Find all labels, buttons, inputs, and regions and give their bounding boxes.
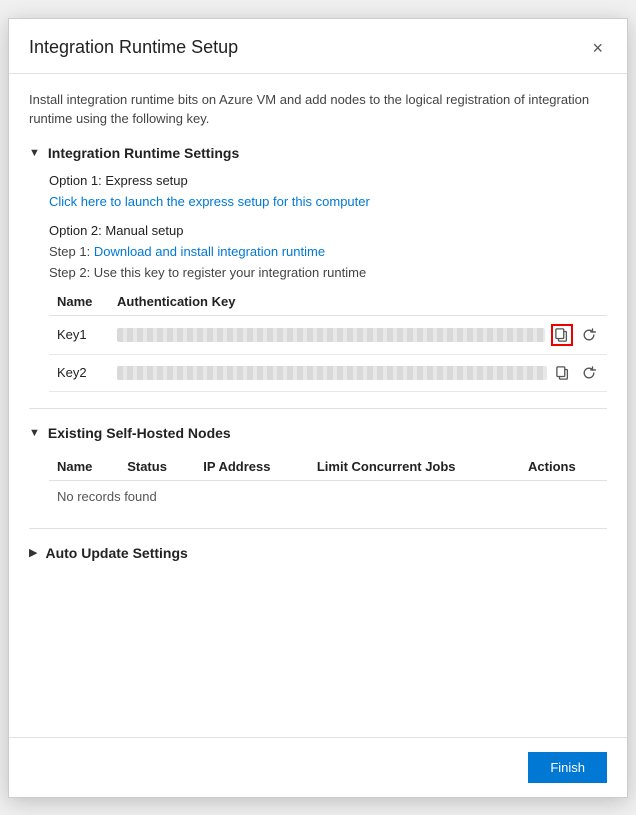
key1-name: Key1 [49, 315, 109, 354]
key1-value-bar [117, 324, 599, 346]
nodes-section-content: Name Status IP Address Limit Concurrent … [29, 453, 607, 512]
key1-obscured-value [117, 328, 545, 342]
key2-refresh-button[interactable] [579, 363, 599, 383]
modal-header: Integration Runtime Setup × [9, 19, 627, 74]
key2-value-bar [117, 363, 599, 383]
key1-row: Key1 [49, 315, 607, 354]
nodes-section-header[interactable]: ▼ Existing Self-Hosted Nodes [29, 425, 607, 441]
copy-icon [556, 366, 570, 380]
key2-obscured-value [117, 366, 547, 380]
modal-body: Install integration runtime bits on Azur… [9, 74, 627, 737]
auto-update-chevron: ▶ [29, 546, 37, 559]
col-header-name: Name [49, 288, 109, 316]
divider2 [29, 528, 607, 529]
step1-text: Step 1: Download and install integration… [49, 244, 607, 259]
key1-refresh-button[interactable] [579, 325, 599, 345]
no-records-row: No records found [49, 480, 607, 512]
nodes-col-limit: Limit Concurrent Jobs [309, 453, 520, 481]
modal-footer: Finish [9, 737, 627, 797]
step2-text: Step 2: Use this key to register your in… [49, 265, 607, 280]
key1-value-cell [109, 315, 607, 354]
settings-section-header[interactable]: ▼ Integration Runtime Settings [29, 145, 607, 161]
auto-update-section-header[interactable]: ▶ Auto Update Settings [29, 545, 607, 561]
settings-section-content: Option 1: Express setup Click here to la… [29, 173, 607, 392]
divider1 [29, 408, 607, 409]
intro-text: Install integration runtime bits on Azur… [29, 90, 607, 129]
nodes-chevron: ▼ [29, 427, 40, 439]
key1-copy-button[interactable] [551, 324, 573, 346]
nodes-table: Name Status IP Address Limit Concurrent … [49, 453, 607, 512]
key2-value-cell [109, 354, 607, 391]
nodes-col-ip: IP Address [195, 453, 309, 481]
col-header-auth-key: Authentication Key [109, 288, 607, 316]
auto-update-section-title: Auto Update Settings [45, 545, 187, 561]
download-install-link[interactable]: Download and install integration runtime [94, 244, 325, 259]
settings-section-title: Integration Runtime Settings [48, 145, 239, 161]
express-setup-link[interactable]: Click here to launch the express setup f… [49, 194, 370, 209]
keys-table: Name Authentication Key Key1 [49, 288, 607, 392]
integration-runtime-setup-modal: Integration Runtime Setup × Install inte… [8, 18, 628, 798]
modal-title: Integration Runtime Setup [29, 37, 238, 58]
nodes-section-title: Existing Self-Hosted Nodes [48, 425, 231, 441]
finish-button[interactable]: Finish [528, 752, 607, 783]
no-records-text: No records found [49, 480, 607, 512]
refresh-icon [582, 366, 596, 380]
nodes-col-actions: Actions [520, 453, 607, 481]
nodes-col-status: Status [119, 453, 195, 481]
option2-label: Option 2: Manual setup [49, 223, 607, 238]
auto-update-section: ▶ Auto Update Settings [29, 545, 607, 561]
key2-row: Key2 [49, 354, 607, 391]
key2-copy-button[interactable] [553, 363, 573, 383]
key2-name: Key2 [49, 354, 109, 391]
settings-chevron: ▼ [29, 147, 40, 159]
refresh-icon [582, 328, 596, 342]
copy-icon [555, 328, 569, 342]
option1-label: Option 1: Express setup [49, 173, 607, 188]
nodes-col-name: Name [49, 453, 119, 481]
close-button[interactable]: × [588, 37, 607, 59]
